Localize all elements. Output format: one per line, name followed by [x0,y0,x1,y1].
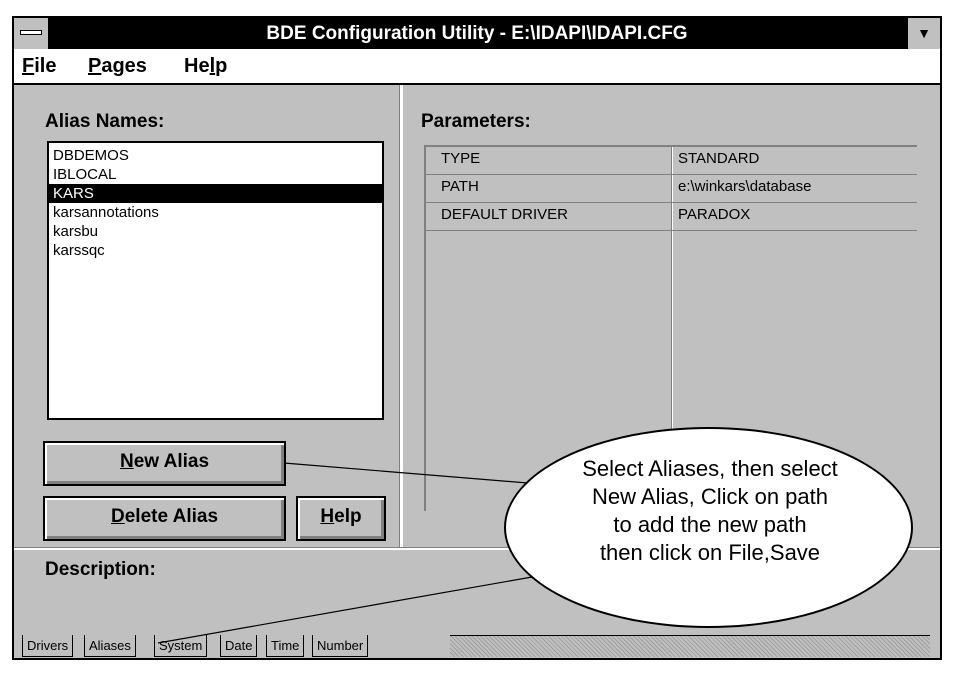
callout-line: New Alias, Click on path [592,484,828,509]
callout-line: then click on File,Save [599,540,821,565]
callout-line: Select Aliases, then select [582,456,838,481]
callout-line: to add the new path [613,512,807,537]
callout-text: Select Aliases, then select New Alias, C… [540,455,880,567]
pointer-line-new-alias [283,462,553,486]
pointer-line-aliases-tab [157,576,533,644]
